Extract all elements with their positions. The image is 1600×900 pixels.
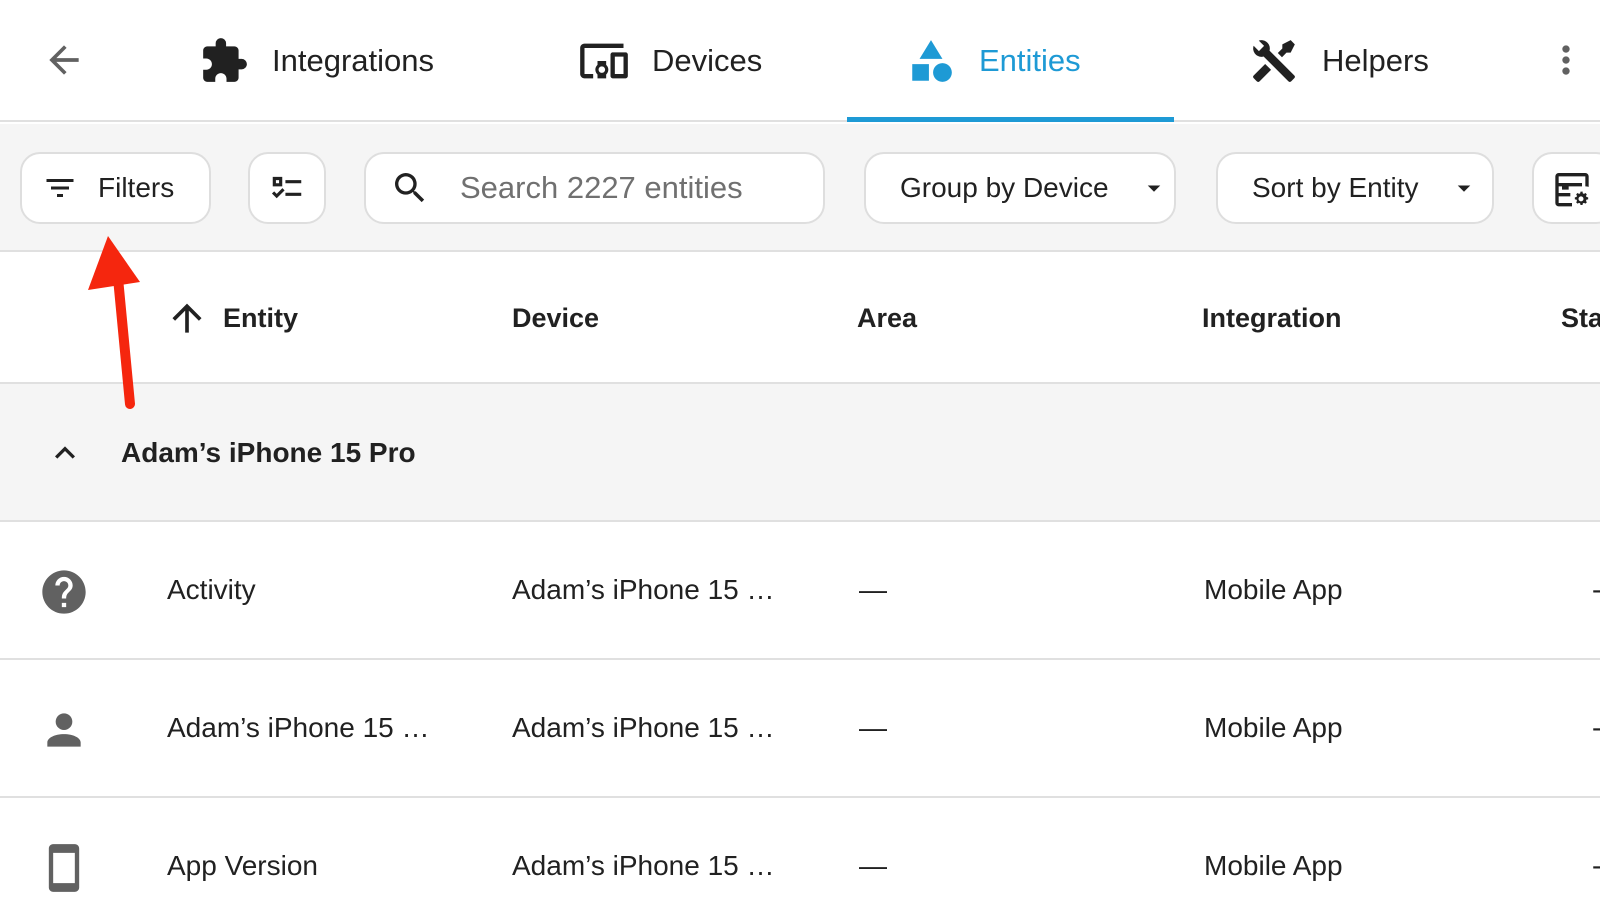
column-header-entity[interactable]: Entity	[165, 252, 298, 384]
back-button[interactable]	[38, 34, 90, 86]
cell-status: -	[1592, 522, 1600, 658]
cell-integration: Mobile App	[1204, 850, 1343, 881]
top-tab-bar: Integrations Devices Entities Helpers	[0, 0, 1600, 122]
column-header-integration[interactable]: Integration	[1202, 252, 1342, 384]
filter-icon	[42, 170, 78, 206]
dots-vertical-icon	[1562, 45, 1570, 75]
column-label: Sta	[1561, 302, 1600, 333]
menu-down-icon	[1449, 173, 1479, 203]
tab-devices[interactable]: Devices	[578, 0, 762, 122]
cell-entity: App Version	[167, 850, 318, 881]
table-header: Entity Device Area Integration Sta	[0, 252, 1600, 384]
cell-area: —	[859, 850, 887, 881]
table-toolbar: Filters Search 2227 entities Group by De…	[0, 124, 1600, 252]
chevron-up-icon[interactable]	[40, 428, 90, 478]
tab-label: Entities	[979, 43, 1081, 78]
tab-label: Integrations	[272, 43, 434, 78]
help-circle-icon	[38, 566, 90, 618]
column-header-status[interactable]: Sta	[1561, 252, 1600, 384]
group-by-label: Group by Device	[900, 172, 1109, 203]
cell-integration: Mobile App	[1204, 574, 1343, 605]
cell-status: -	[1592, 660, 1600, 796]
search-field[interactable]: Search 2227 entities	[364, 152, 825, 224]
arrow-left-icon	[49, 45, 79, 75]
devices-icon	[578, 35, 630, 87]
menu-down-icon	[1139, 173, 1169, 203]
cell-device: Adam’s iPhone 15 …	[512, 712, 775, 743]
cell-device: Adam’s iPhone 15 …	[512, 850, 775, 881]
arrow-up-icon	[172, 303, 202, 333]
column-label: Device	[512, 302, 600, 333]
table-row[interactable]: App Version Adam’s iPhone 15 … — Mobile …	[0, 798, 1600, 900]
cellphone-icon	[38, 842, 90, 894]
column-header-device[interactable]: Device	[512, 252, 599, 384]
column-label: Entity	[223, 302, 299, 333]
tab-helpers[interactable]: Helpers	[1248, 0, 1429, 122]
table-row[interactable]: Activity Adam’s iPhone 15 … — Mobile App…	[0, 522, 1600, 660]
tools-icon	[1248, 35, 1300, 87]
column-header-area[interactable]: Area	[857, 252, 917, 384]
sort-by-label: Sort by Entity	[1252, 172, 1419, 203]
table-settings-button[interactable]	[1532, 152, 1600, 224]
active-tab-indicator	[847, 117, 1174, 122]
table-cog-icon	[1552, 168, 1592, 208]
person-icon	[38, 704, 90, 756]
filters-button[interactable]: Filters	[20, 152, 211, 224]
filters-label: Filters	[98, 172, 175, 203]
tab-label: Devices	[652, 43, 763, 78]
tab-label: Helpers	[1322, 43, 1429, 78]
cell-device: Adam’s iPhone 15 …	[512, 574, 775, 605]
cell-area: —	[859, 574, 887, 605]
shapes-icon	[905, 35, 957, 87]
cell-entity: Activity	[167, 574, 256, 605]
cell-integration: Mobile App	[1204, 712, 1343, 743]
cell-entity: Adam’s iPhone 15 …	[167, 712, 430, 743]
column-label: Area	[857, 302, 918, 333]
column-label: Integration	[1202, 302, 1342, 333]
search-icon	[390, 168, 430, 208]
group-label: Adam’s iPhone 15 Pro	[121, 437, 416, 468]
sort-by-dropdown[interactable]: Sort by Entity	[1216, 152, 1494, 224]
cell-area: —	[859, 712, 887, 743]
table-row[interactable]: Adam’s iPhone 15 … Adam’s iPhone 15 … — …	[0, 660, 1600, 798]
checklist-icon	[268, 169, 306, 207]
puzzle-icon	[198, 35, 250, 87]
tab-entities[interactable]: Entities	[905, 0, 1081, 122]
overflow-menu-button[interactable]	[1540, 34, 1592, 86]
selection-mode-button[interactable]	[248, 152, 326, 224]
group-header-row[interactable]: Adam’s iPhone 15 Pro	[0, 384, 1600, 522]
search-placeholder: Search 2227 entities	[460, 170, 743, 205]
tab-integrations[interactable]: Integrations	[198, 0, 434, 122]
group-by-dropdown[interactable]: Group by Device	[864, 152, 1176, 224]
cell-status: -	[1592, 798, 1600, 900]
